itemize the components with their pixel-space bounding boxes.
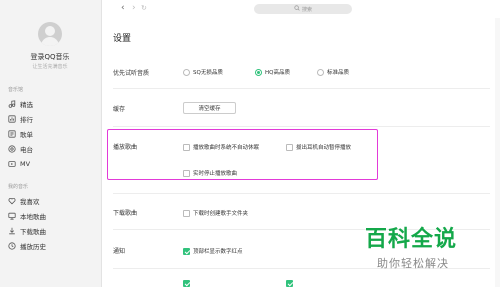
option-prevent-sleep[interactable]: 播放歌曲时系统不自动休眠	[183, 143, 259, 151]
sidebar-item-label: 排行	[20, 115, 33, 124]
radio-button[interactable]	[183, 68, 190, 76]
quality-option-hq[interactable]: HQ高品质	[255, 68, 290, 76]
checkbox-checked[interactable]	[183, 247, 190, 255]
checkbox-checked[interactable]	[183, 280, 190, 287]
divider	[113, 88, 490, 89]
option-label: 标准品质	[327, 70, 350, 76]
sidebar-item-label: 精选	[20, 100, 33, 109]
sidebar-item-featured[interactable]: 精选	[8, 98, 33, 109]
sidebar-item-playlist[interactable]: 歌单	[8, 128, 33, 139]
option-pause-on-unplug[interactable]: 拔出耳机自动暂停播放	[286, 143, 351, 151]
sidebar-item-label: 歌单	[20, 130, 33, 139]
back-button[interactable]: ‹	[121, 4, 125, 13]
sidebar: 登录QQ音乐 让生活充满音乐 音乐馆 精选 排行 歌单 电台 MV 我的音乐 我…	[0, 0, 102, 287]
option-red-dot[interactable]: 顶部栏显示数字红点	[183, 247, 243, 255]
option-stop-playback[interactable]: 实时停止播放歌曲	[183, 169, 237, 177]
option-label: 拔出耳机自动暂停播放	[296, 145, 352, 151]
divider	[113, 193, 490, 194]
next-row-option[interactable]	[183, 280, 190, 287]
playback-label: 播放歌曲	[113, 144, 138, 151]
cache-label: 缓存	[113, 106, 126, 113]
watermark-subtitle: 助你轻松解决	[377, 257, 449, 270]
sidebar-item-favorites[interactable]: 我喜欢	[8, 195, 40, 206]
refresh-button[interactable]: ↻	[141, 4, 147, 13]
sidebar-item-label: 下载歌曲	[20, 227, 46, 236]
sidebar-item-label: 播放历史	[20, 242, 46, 251]
quality-option-sq[interactable]: SQ无损品质	[183, 68, 223, 76]
highlight-box	[107, 129, 378, 180]
login-subtitle: 让生活充满音乐	[32, 64, 68, 70]
clear-cache-button[interactable]: 清空缓存	[183, 102, 236, 114]
checkbox[interactable]	[183, 169, 190, 177]
option-label: 播放歌曲时系统不自动休眠	[193, 145, 260, 151]
checkbox-checked[interactable]	[286, 280, 293, 287]
search-placeholder: 搜索	[301, 6, 312, 13]
sidebar-item-mv[interactable]: MV	[8, 158, 30, 169]
avatar[interactable]	[38, 22, 62, 46]
option-label: HQ高品质	[265, 70, 290, 76]
sidebar-item-local[interactable]: 本地歌曲	[8, 210, 46, 221]
radio-icon	[8, 144, 16, 153]
login-link[interactable]: 登录QQ音乐	[0, 52, 100, 62]
option-label: 下载时创建歌手文件夹	[193, 211, 249, 217]
quality-label: 优先试听音质	[113, 70, 150, 77]
watermark-title: 百科全说	[365, 227, 458, 252]
section-title-online: 音乐馆	[8, 87, 24, 93]
page-title: 设置	[113, 34, 132, 44]
sidebar-item-label: 我喜欢	[20, 197, 40, 206]
sidebar-item-label: 电台	[20, 145, 33, 154]
toolbar: ‹ › ↻ 搜索	[103, 0, 500, 18]
playlist-icon	[8, 129, 16, 138]
watermark: 百科全说 助你轻松解决	[365, 228, 495, 271]
option-label: 实时停止播放歌曲	[193, 171, 238, 177]
computer-icon	[8, 212, 16, 220]
download-label: 下载歌曲	[113, 210, 138, 217]
option-label: SQ无损品质	[193, 70, 223, 76]
quality-option-standard[interactable]: 标准品质	[317, 68, 349, 76]
scrollbar[interactable]	[495, 18, 500, 287]
sidebar-item-label: MV	[20, 159, 31, 168]
checkbox[interactable]	[183, 209, 190, 217]
sidebar-item-radio[interactable]: 电台	[8, 143, 33, 154]
notify-label: 通知	[113, 248, 126, 255]
radio-button-selected[interactable]	[255, 68, 262, 76]
download-icon	[8, 227, 16, 235]
history-icon	[8, 241, 16, 250]
forward-button[interactable]: ›	[132, 4, 136, 13]
sidebar-item-history[interactable]: 播放历史	[8, 240, 46, 251]
video-icon	[8, 160, 16, 168]
sidebar-item-label: 本地歌曲	[20, 212, 46, 221]
next-row-option[interactable]	[286, 280, 293, 287]
option-artist-folder[interactable]: 下载时创建歌手文件夹	[183, 209, 248, 217]
checkbox[interactable]	[286, 143, 293, 151]
radio-button[interactable]	[317, 68, 324, 76]
heart-icon	[8, 197, 16, 205]
option-label: 顶部栏显示数字红点	[193, 249, 243, 255]
sidebar-item-ranking[interactable]: 排行	[8, 113, 33, 124]
music-note-icon	[8, 99, 16, 108]
section-title-mine: 我的音乐	[8, 184, 29, 190]
chart-icon	[8, 114, 16, 123]
search-input[interactable]: 搜索	[254, 4, 352, 14]
sidebar-item-downloads[interactable]: 下载歌曲	[8, 225, 46, 236]
search-icon	[294, 5, 300, 13]
checkbox[interactable]	[183, 143, 190, 151]
divider	[113, 126, 490, 127]
